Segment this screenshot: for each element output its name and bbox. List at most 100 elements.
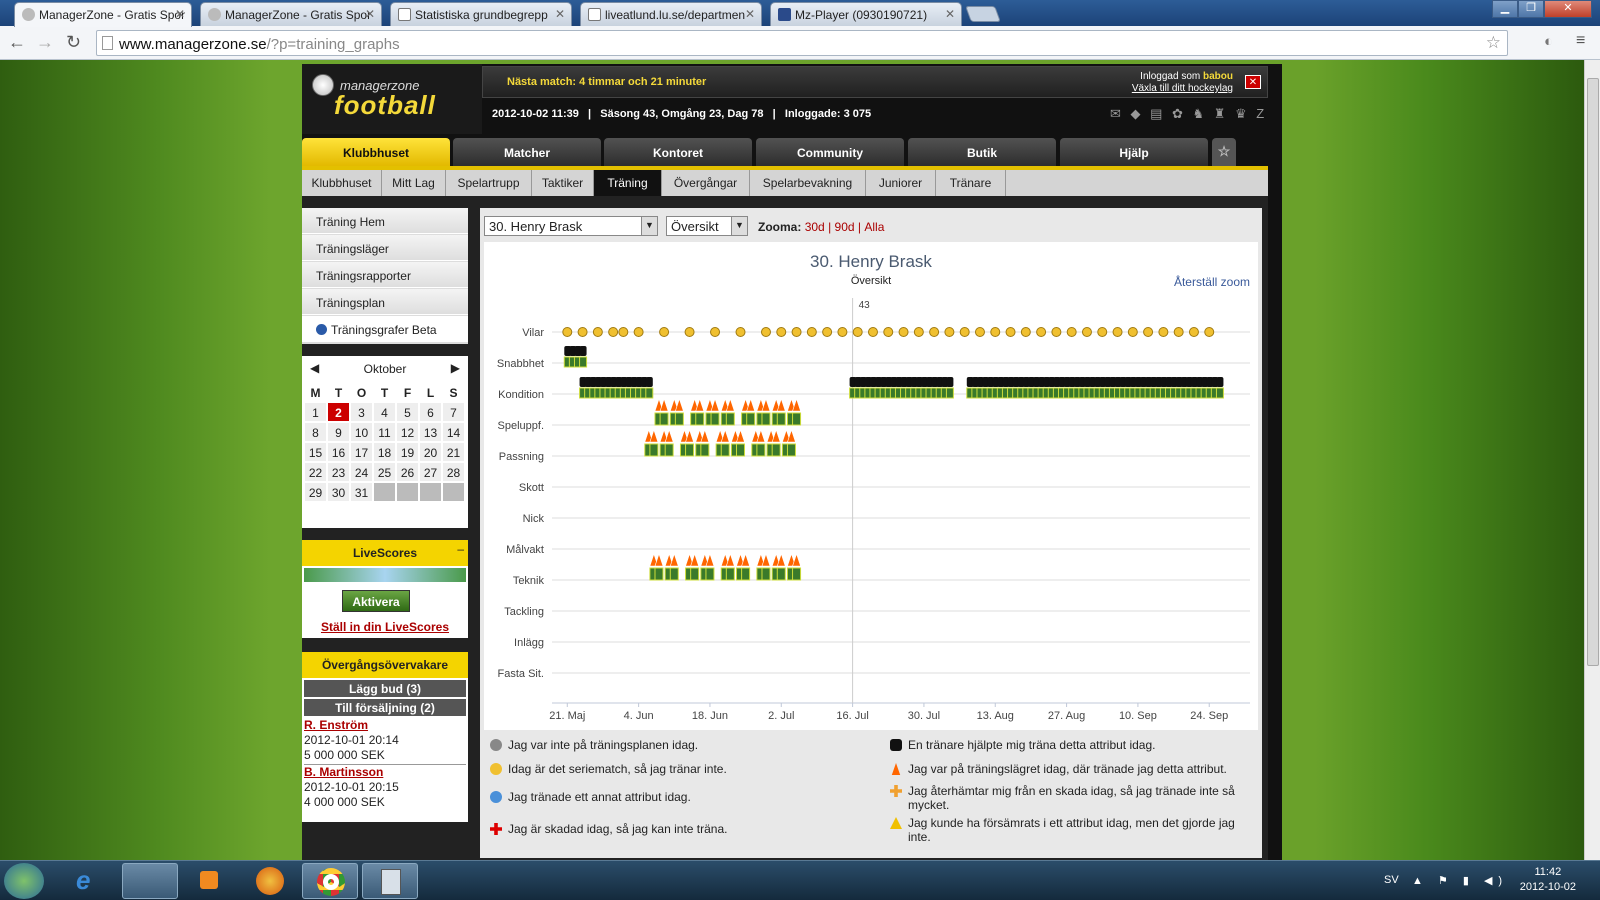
zoom-30d-link[interactable]: 30d: [805, 220, 825, 234]
calendar-day[interactable]: 17: [350, 442, 373, 462]
close-tab-icon[interactable]: ✕: [175, 7, 185, 21]
zoom-90d-link[interactable]: 90d: [835, 220, 855, 234]
address-bar[interactable]: www.managerzone.se/?p=training_graphs ☆: [96, 30, 1508, 56]
bids-bar[interactable]: Lägg bud (3): [304, 680, 466, 697]
main-tab-klubbhuset[interactable]: Klubbhuset: [302, 138, 450, 166]
back-arrow-icon[interactable]: ←: [8, 32, 26, 53]
menu-wrench-icon[interactable]: ≡: [1576, 32, 1585, 50]
calendar-day[interactable]: 26: [396, 462, 419, 482]
view-select[interactable]: Översikt ▼: [666, 216, 748, 236]
system-tray-icons[interactable]: ▲ ⚑ ▮ ◀): [1412, 874, 1508, 887]
subtab-taktiker[interactable]: Taktiker: [532, 170, 594, 196]
calendar-day[interactable]: 20: [419, 442, 442, 462]
header-shortcut-icons[interactable]: ✉ ◆ ▤ ✿ ♞ ♜ ♛ Z: [1110, 106, 1267, 122]
subtab-tranare[interactable]: Tränare: [936, 170, 1006, 196]
calendar-day[interactable]: 4: [373, 402, 396, 422]
subtab-klubbhuset[interactable]: Klubbhuset: [302, 170, 382, 196]
taskbar-clock[interactable]: 11:42 2012-10-02: [1520, 865, 1576, 895]
internet-explorer-icon[interactable]: e: [62, 863, 118, 899]
minimize-icon[interactable]: –: [457, 542, 464, 556]
calendar-day[interactable]: 25: [373, 462, 396, 482]
menu-traningslager[interactable]: Träningsläger: [302, 235, 468, 261]
reset-zoom-link[interactable]: Återställ zoom: [1174, 274, 1250, 289]
prev-month-icon[interactable]: ◀: [310, 361, 319, 375]
calendar-day[interactable]: 2: [327, 402, 350, 422]
calendar-day[interactable]: 1: [304, 402, 327, 422]
forward-arrow-icon[interactable]: →: [36, 32, 54, 53]
calendar-day[interactable]: 28: [442, 462, 465, 482]
media-player-icon[interactable]: [182, 863, 238, 899]
subtab-overgangar[interactable]: Övergångar: [662, 170, 750, 196]
close-tab-icon[interactable]: ✕: [555, 7, 565, 21]
browser-tab-3[interactable]: Statistiska grundbegrepp ✕: [390, 2, 572, 26]
maximize-window-button[interactable]: ❐: [1518, 0, 1544, 18]
page-scrollbar[interactable]: [1584, 60, 1600, 860]
zoom-all-link[interactable]: Alla: [864, 220, 884, 234]
subtab-spelartrupp[interactable]: Spelartrupp: [446, 170, 532, 196]
subtab-mitt-lag[interactable]: Mitt Lag: [382, 170, 446, 196]
calendar-day[interactable]: 12: [396, 422, 419, 442]
calendar-day[interactable]: 24: [350, 462, 373, 482]
subtab-juniorer[interactable]: Juniorer: [866, 170, 936, 196]
next-month-icon[interactable]: ▶: [451, 361, 460, 375]
browser-tab-1[interactable]: ManagerZone - Gratis Spor ✕: [14, 2, 192, 27]
activate-button[interactable]: Aktivera: [342, 590, 410, 612]
calendar-day[interactable]: 8: [304, 422, 327, 442]
calendar-day[interactable]: 15: [304, 442, 327, 462]
calendar-day[interactable]: 19: [396, 442, 419, 462]
calculator-icon[interactable]: [362, 863, 418, 899]
managerzone-logo[interactable]: managerzone football: [302, 64, 482, 134]
livescores-settings-link[interactable]: Ställ in din LiveScores: [302, 620, 468, 634]
file-explorer-icon[interactable]: [122, 863, 178, 899]
calendar-day[interactable]: 27: [419, 462, 442, 482]
calendar-day[interactable]: 5: [396, 402, 419, 422]
calendar-day[interactable]: 21: [442, 442, 465, 462]
menu-traningsgrafer[interactable]: Träningsgrafer Beta: [302, 316, 468, 342]
favorite-star-icon[interactable]: ☆: [1212, 138, 1236, 166]
language-indicator[interactable]: SV: [1384, 874, 1399, 886]
subtab-traning[interactable]: Träning: [594, 170, 662, 196]
switch-hockey-link[interactable]: Växla till ditt hockeylag: [1132, 83, 1233, 94]
new-tab-button[interactable]: [965, 6, 1001, 22]
extension-icon[interactable]: ◐: [1544, 33, 1553, 50]
calendar-day[interactable]: 6: [419, 402, 442, 422]
calendar-day[interactable]: 23: [327, 462, 350, 482]
calendar-day[interactable]: 7: [442, 402, 465, 422]
player-name-link[interactable]: B. Martinsson: [304, 765, 466, 780]
player-select[interactable]: 30. Henry Brask ▼: [484, 216, 658, 236]
close-tab-icon[interactable]: ✕: [945, 7, 955, 21]
logout-close-icon[interactable]: ✕: [1245, 75, 1261, 89]
calendar-day[interactable]: 13: [419, 422, 442, 442]
browser-tab-5[interactable]: Mz-Player (0930190721) ✕: [770, 2, 962, 26]
for-sale-bar[interactable]: Till försäljning (2): [304, 699, 466, 716]
calendar-day[interactable]: 30: [327, 482, 350, 502]
calendar-day[interactable]: 29: [304, 482, 327, 502]
main-tab-kontoret[interactable]: Kontoret: [604, 138, 752, 166]
reload-icon[interactable]: ↻: [66, 32, 81, 53]
close-tab-icon[interactable]: ✕: [745, 7, 755, 21]
calendar-day[interactable]: 16: [327, 442, 350, 462]
bookmark-star-icon[interactable]: ☆: [1486, 33, 1501, 53]
close-tab-icon[interactable]: ✕: [365, 7, 375, 21]
main-tab-matcher[interactable]: Matcher: [453, 138, 601, 166]
calendar-day[interactable]: 3: [350, 402, 373, 422]
calendar-day[interactable]: 9: [327, 422, 350, 442]
main-tab-community[interactable]: Community: [756, 138, 904, 166]
calendar-day[interactable]: 14: [442, 422, 465, 442]
calendar-day[interactable]: 22: [304, 462, 327, 482]
calendar-day[interactable]: 11: [373, 422, 396, 442]
main-tab-hjalp[interactable]: Hjälp: [1060, 138, 1208, 166]
browser-tab-4[interactable]: liveatlund.lu.se/departmen ✕: [580, 2, 762, 26]
menu-traningsrapporter[interactable]: Träningsrapporter: [302, 262, 468, 288]
calendar-day[interactable]: 18: [373, 442, 396, 462]
main-tab-butik[interactable]: Butik: [908, 138, 1056, 166]
scrollbar-thumb[interactable]: [1587, 78, 1599, 666]
close-window-button[interactable]: ✕: [1544, 0, 1592, 18]
browser-tab-2[interactable]: ManagerZone - Gratis Spor ✕: [200, 2, 382, 26]
player-name-link[interactable]: R. Enström: [304, 718, 466, 733]
username[interactable]: babou: [1203, 71, 1233, 82]
calendar-day[interactable]: 10: [350, 422, 373, 442]
start-button-icon[interactable]: [4, 863, 44, 899]
menu-traningsplan[interactable]: Träningsplan: [302, 289, 468, 315]
subtab-spelarbevakning[interactable]: Spelarbevakning: [750, 170, 866, 196]
